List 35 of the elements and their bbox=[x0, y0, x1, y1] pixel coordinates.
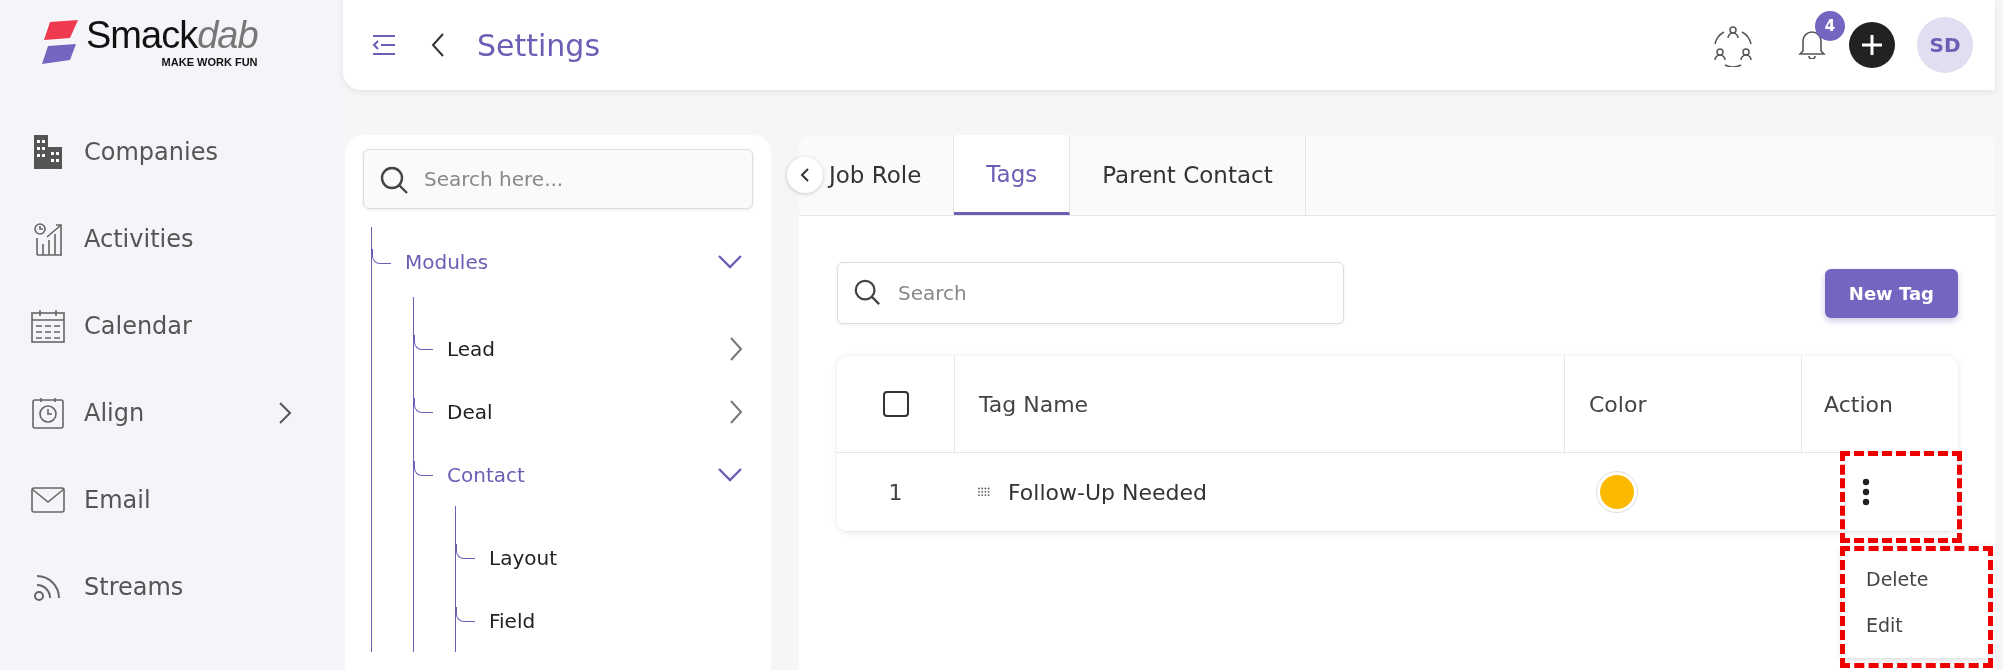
tree-item[interactable]: Contact bbox=[414, 443, 753, 506]
search-field[interactable]: Search here... bbox=[363, 149, 753, 209]
sidebar-item-label: Align bbox=[84, 398, 145, 427]
menu-item[interactable]: Edit bbox=[1842, 602, 1990, 648]
tab[interactable]: Tags bbox=[954, 135, 1071, 215]
row-number: 1 bbox=[887, 478, 904, 507]
column-header: Tag Name bbox=[954, 356, 1564, 452]
sidebar-item-label: Streams bbox=[84, 572, 184, 601]
user-avatar[interactable]: SD bbox=[1917, 17, 1973, 73]
sidebar-item[interactable]: Calendar bbox=[0, 282, 343, 369]
new-tag-button[interactable]: New Tag bbox=[1824, 268, 1958, 318]
tag-name: Follow-Up Needed bbox=[1008, 479, 1207, 505]
tree-item[interactable]: Modules bbox=[372, 227, 753, 297]
tree-item[interactable]: Lead bbox=[414, 317, 753, 380]
column-header: Color bbox=[1564, 356, 1801, 452]
brand-name: Smackdab bbox=[86, 16, 258, 54]
sidebar-item-label: Email bbox=[84, 485, 151, 514]
sidebar-item[interactable]: Email bbox=[0, 456, 343, 543]
search-field[interactable]: Search bbox=[837, 262, 1344, 324]
column-header: Action bbox=[1801, 356, 1958, 452]
tab[interactable]: Parent Contact bbox=[1070, 135, 1306, 215]
sidebar-item[interactable]: Companies bbox=[0, 108, 343, 195]
sidebar-item-label: Calendar bbox=[84, 311, 192, 340]
sidebar-item[interactable]: Streams bbox=[0, 543, 343, 630]
menu-item[interactable]: Delete bbox=[1842, 556, 1990, 602]
tree-item[interactable]: Layout bbox=[456, 526, 753, 589]
notification-badge: 4 bbox=[1815, 11, 1845, 41]
brand-tagline: MAKE WORK FUN bbox=[161, 56, 258, 68]
sidebar-item-label: Companies bbox=[84, 137, 218, 166]
sidebar-item[interactable]: Align bbox=[0, 369, 343, 456]
sidebar-item[interactable]: Activities bbox=[0, 195, 343, 282]
sidebar-item-label: Activities bbox=[84, 224, 194, 253]
page-title: Settings bbox=[477, 27, 601, 63]
tree-item[interactable]: Deal bbox=[414, 380, 753, 443]
tree-item[interactable]: Field bbox=[456, 589, 753, 652]
